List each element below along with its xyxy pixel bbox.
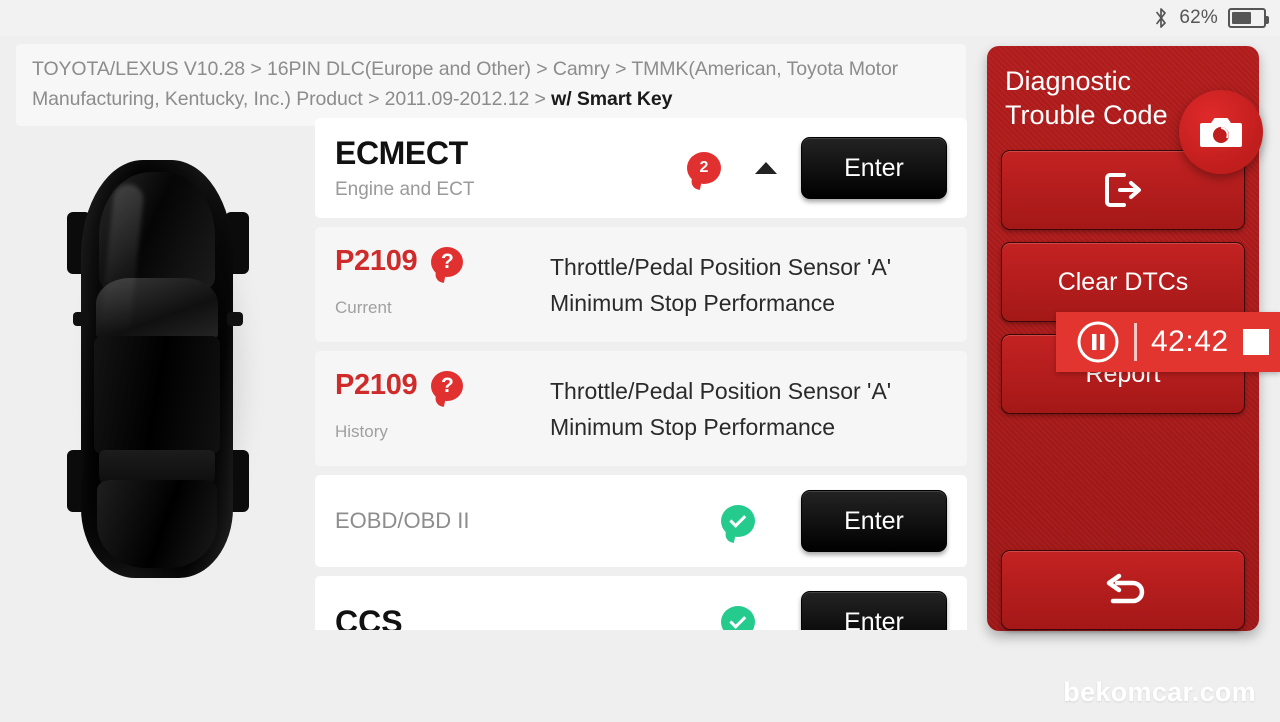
car-top-view-icon bbox=[63, 150, 259, 590]
check-bubble-icon bbox=[721, 505, 755, 537]
system-row-ccs[interactable]: CCS Enter bbox=[315, 576, 967, 630]
check-bubble-icon bbox=[721, 606, 755, 630]
question-bubble-icon[interactable]: ? bbox=[431, 246, 464, 277]
back-arrow-icon bbox=[1106, 573, 1145, 604]
battery-fill bbox=[1232, 12, 1251, 24]
dtc-left: P2109 ? History bbox=[335, 369, 550, 450]
dtc-row[interactable]: P2109 ? Current Throttle/Pedal Position … bbox=[315, 227, 967, 342]
battery-icon bbox=[1228, 8, 1269, 28]
dtc-row[interactable]: P2109 ? History Throttle/Pedal Position … bbox=[315, 351, 967, 466]
status-bar: 62% bbox=[0, 0, 1280, 36]
system-list: ECMECT Engine and ECT 2 Enter P2109 ? Cu… bbox=[315, 118, 967, 630]
bluetooth-icon bbox=[1156, 8, 1167, 28]
chevron-up-icon[interactable] bbox=[755, 162, 777, 174]
ecu-titles: ECMECT Engine and ECT bbox=[335, 135, 687, 201]
breadcrumb-current: w/ Smart Key bbox=[551, 88, 673, 110]
enter-button-ecmect[interactable]: Enter bbox=[801, 137, 947, 199]
battery-percent-label: 62% bbox=[1179, 7, 1218, 28]
dtc-status: History bbox=[335, 422, 388, 441]
dtc-left: P2109 ? Current bbox=[335, 245, 550, 326]
watermark: bekomcar.com bbox=[1063, 677, 1256, 707]
recorder-elapsed: 42:42 bbox=[1151, 325, 1229, 358]
clear-dtcs-button[interactable]: Clear DTCs bbox=[1001, 242, 1245, 322]
dtc-status: Current bbox=[335, 298, 392, 317]
dtc-description: Throttle/Pedal Position Sensor 'A' Minim… bbox=[550, 378, 892, 440]
enter-button-ccs[interactable]: Enter bbox=[801, 591, 947, 630]
dtc-code: P2109 bbox=[335, 369, 418, 401]
dtc-code: P2109 bbox=[335, 245, 418, 277]
ecu-name: ECMECT bbox=[335, 135, 468, 171]
vehicle-image-pane bbox=[0, 110, 315, 630]
system-name: CCS bbox=[335, 603, 403, 631]
breadcrumb-path: TOYOTA/LEXUS V10.28 > 16PIN DLC(Europe a… bbox=[32, 58, 899, 110]
pause-circle-icon[interactable] bbox=[1076, 320, 1120, 364]
system-name: EOBD/OBD II bbox=[335, 508, 470, 533]
screen-recorder-widget[interactable]: 42:42 bbox=[1056, 312, 1280, 372]
question-bubble-icon[interactable]: ? bbox=[431, 370, 464, 401]
system-row-eobd[interactable]: EOBD/OBD II Enter bbox=[315, 475, 967, 567]
exit-icon bbox=[1105, 173, 1141, 207]
ecu-subtitle: Engine and ECT bbox=[335, 179, 475, 200]
ecu-header[interactable]: ECMECT Engine and ECT 2 Enter bbox=[315, 118, 967, 218]
ecu-card[interactable]: ECMECT Engine and ECT 2 Enter bbox=[315, 118, 967, 218]
dtc-count-badge: 2 bbox=[687, 152, 721, 184]
recorder-divider bbox=[1134, 323, 1137, 361]
camera-button[interactable] bbox=[1179, 90, 1263, 174]
dtc-count-label: 2 bbox=[699, 159, 709, 176]
dtc-description: Throttle/Pedal Position Sensor 'A' Minim… bbox=[550, 254, 892, 316]
back-button[interactable] bbox=[1001, 550, 1245, 630]
enter-button-eobd[interactable]: Enter bbox=[801, 490, 947, 552]
camera-icon bbox=[1200, 118, 1242, 147]
app-root: 62% TOYOTA/LEXUS V10.28 > 16PIN DLC(Euro… bbox=[0, 0, 1280, 722]
stop-square-icon[interactable] bbox=[1242, 329, 1269, 355]
